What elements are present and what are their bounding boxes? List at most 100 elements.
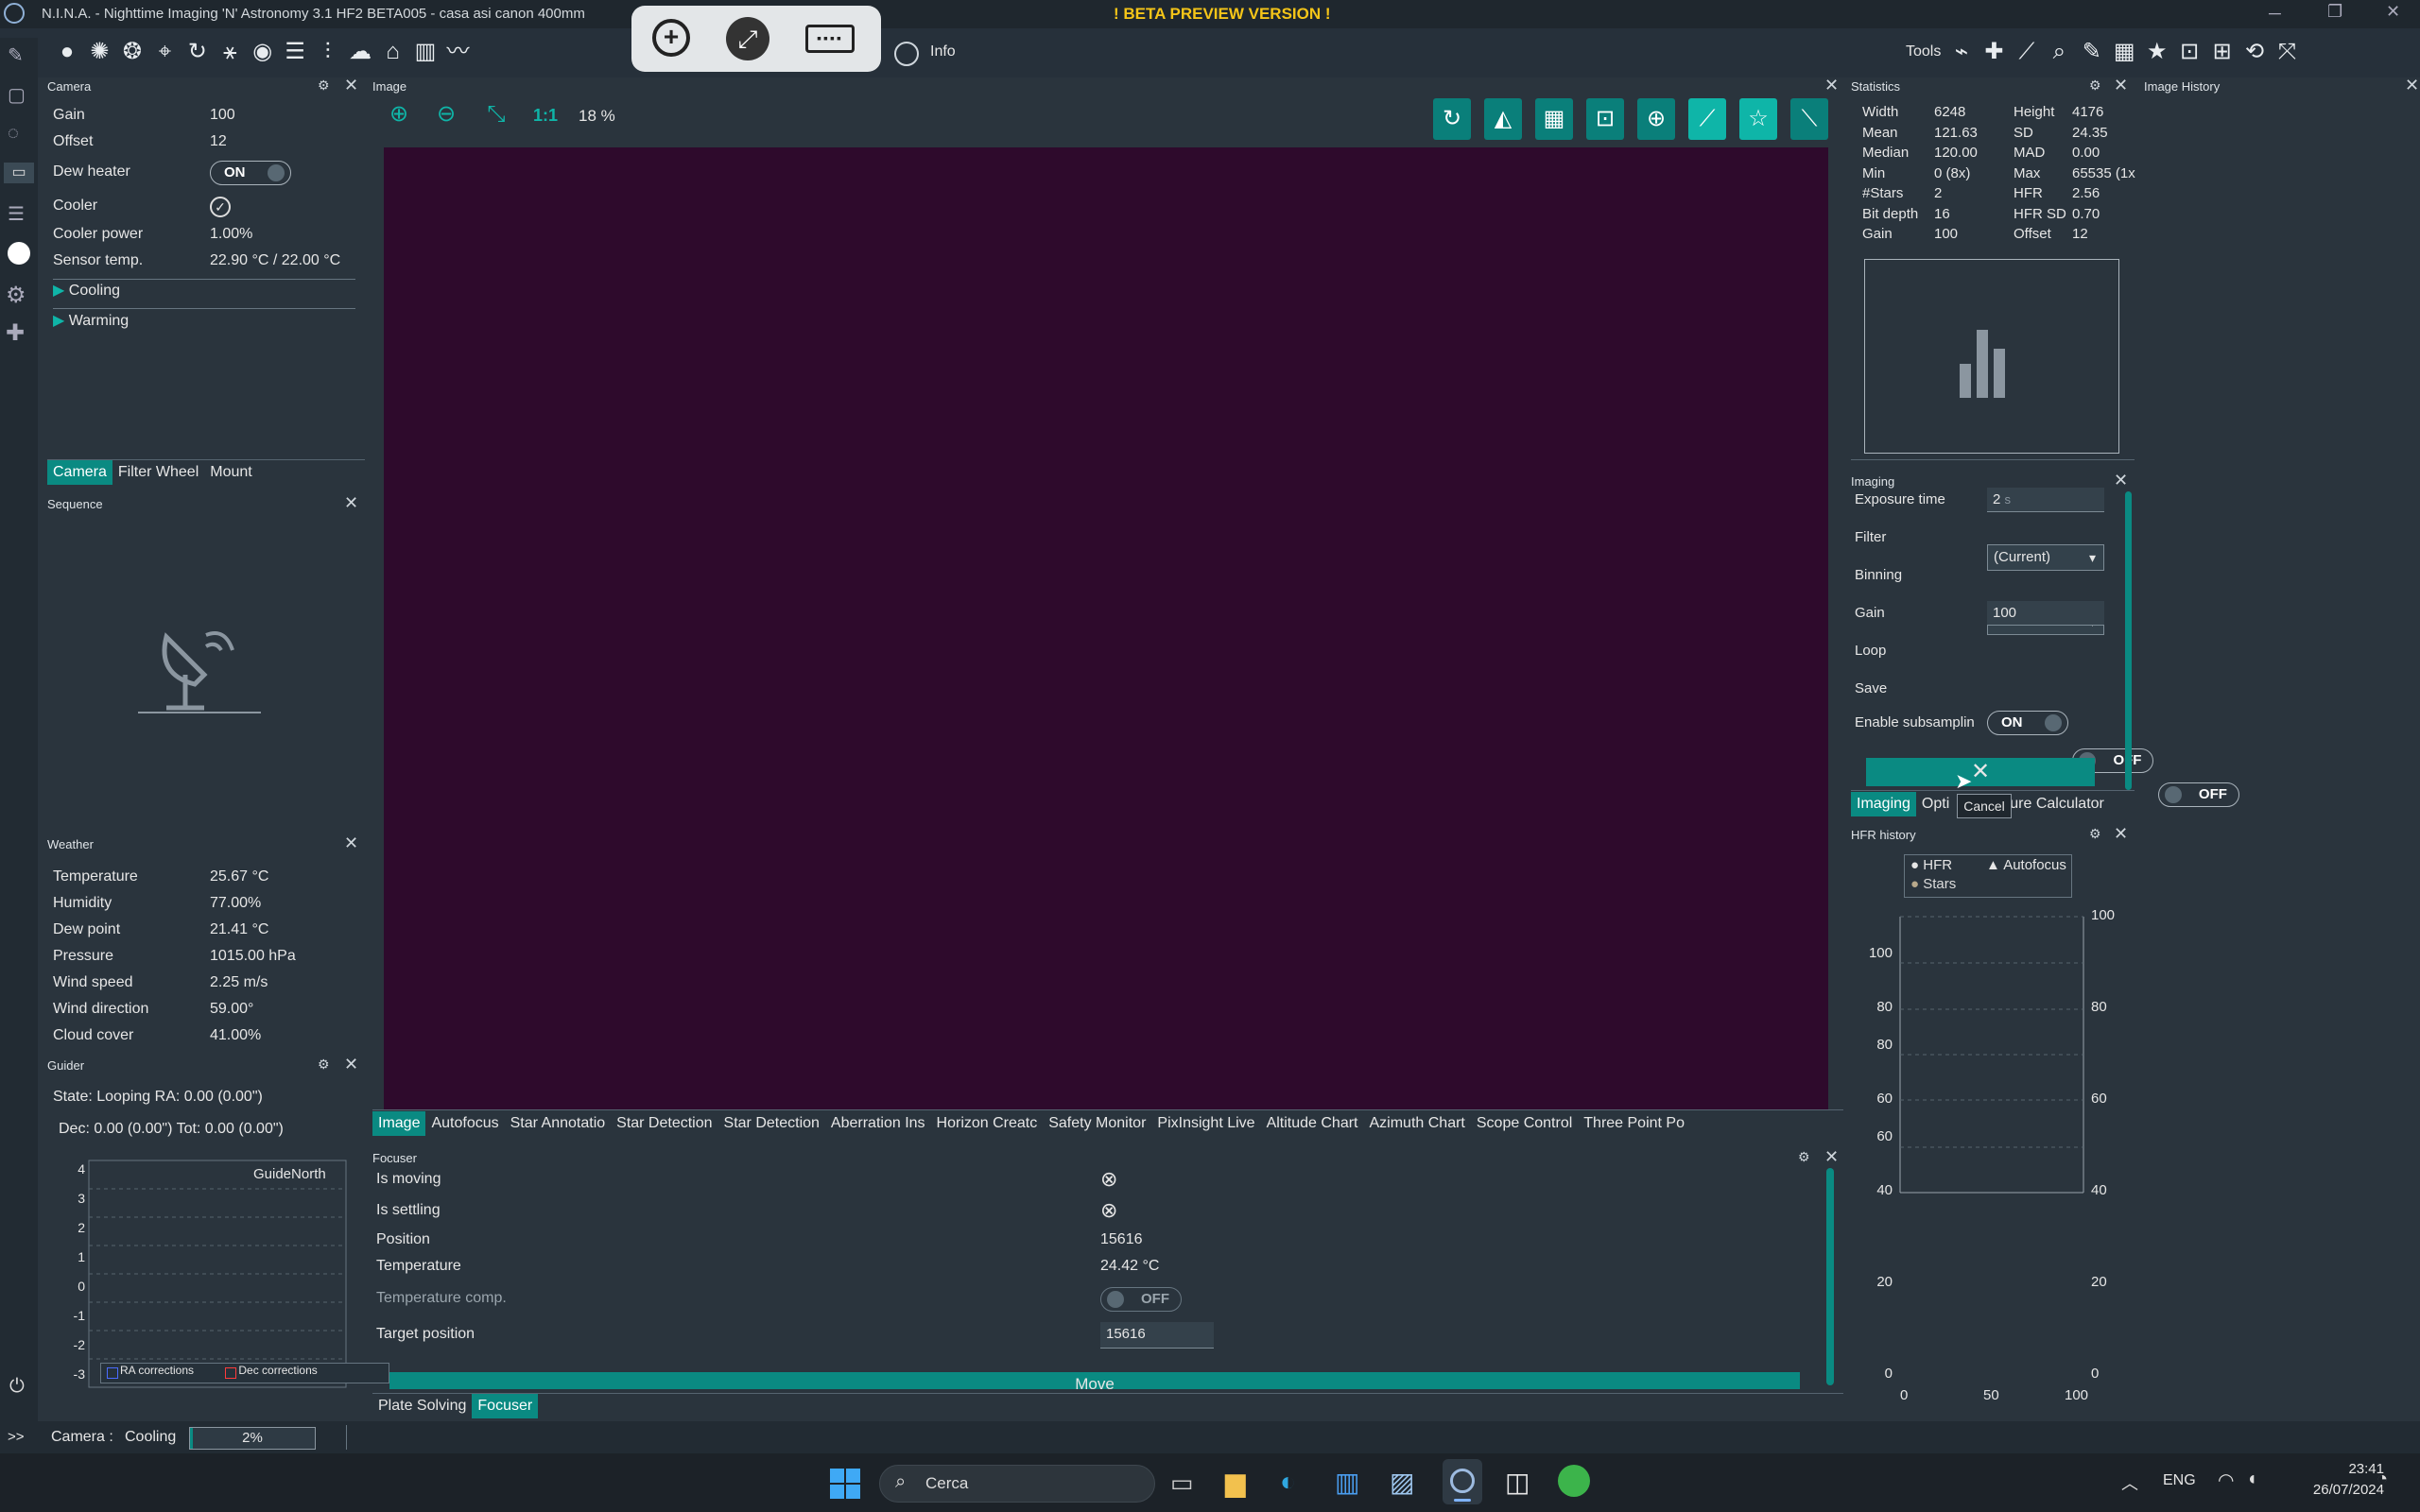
focuser-icon[interactable]: ❂ <box>118 38 147 66</box>
sequence-close-icon[interactable]: ✕ <box>344 493 358 513</box>
target-icon[interactable]: ⊞ <box>2208 38 2237 66</box>
subsampling-toggle[interactable]: OFF <box>2157 782 2239 807</box>
language-indicator[interactable]: ENG <box>2163 1472 2196 1489</box>
minimize-icon[interactable]: ─ <box>2269 4 2281 24</box>
temp-comp-toggle[interactable]: OFF <box>1100 1287 1182 1312</box>
image-close-icon[interactable]: ✕ <box>1824 76 1839 95</box>
tab-camera[interactable]: Camera <box>47 460 112 485</box>
tab-focuser[interactable]: Focuser <box>472 1394 539 1418</box>
ruler-icon[interactable]: ⟋ <box>2013 38 2041 66</box>
hfr-close-icon[interactable]: ✕ <box>2114 824 2128 844</box>
warming-expander[interactable]: ▶ Warming <box>53 308 355 335</box>
phd2-icon[interactable]: ◫ <box>1505 1467 1530 1498</box>
zoom-in-icon[interactable]: ⊕ <box>376 100 422 129</box>
target-position-input[interactable]: 15616 <box>1100 1322 1214 1349</box>
notification-icon[interactable]: ◔ <box>2377 1469 2388 1490</box>
clock-time[interactable]: 23:41 <box>2324 1461 2384 1477</box>
nav-options-icon[interactable]: ⚙ <box>6 282 26 309</box>
guider-icon[interactable]: ◉ <box>249 38 277 66</box>
nav-imaging-icon[interactable] <box>8 242 30 265</box>
camera-icon[interactable]: ● <box>53 38 81 66</box>
nav-flat-wizard-icon[interactable]: ▭ <box>4 163 34 183</box>
tab-imaging[interactable]: Imaging <box>1851 792 1916 816</box>
chevron-up-icon[interactable]: ︿ <box>2121 1470 2138 1495</box>
taskbar-search[interactable]: ⌕ Cerca <box>879 1465 1155 1503</box>
keyboard-icon[interactable]: ▪▪▪▪ <box>805 25 855 53</box>
move-button[interactable]: Move <box>389 1372 1800 1389</box>
star-annotate-icon[interactable]: ☆ <box>1739 98 1777 140</box>
nav-framing-icon[interactable]: ◌ <box>8 123 19 145</box>
tab-star-detection[interactable]: Star Detection <box>611 1111 717 1136</box>
flat-device-icon[interactable]: ⫶ <box>314 38 342 66</box>
plate-solve-icon[interactable]: ⟍ <box>1790 98 1828 140</box>
rotator-icon[interactable]: ⌖ <box>150 38 179 66</box>
tab-star-detection-2[interactable]: Star Detection <box>718 1111 825 1136</box>
zoom-out-icon[interactable]: ⊖ <box>422 100 471 129</box>
nav-sky-atlas-icon[interactable]: ▢ <box>8 83 26 107</box>
nav-plugins-icon[interactable]: ✚ <box>6 319 25 347</box>
cooling-expander[interactable]: ▶ Cooling <box>53 278 355 304</box>
panel-settings-icon[interactable]: ⚙ <box>2089 826 2101 842</box>
statistics-close-icon[interactable]: ✕ <box>2114 76 2128 95</box>
filter-wheel-icon[interactable]: ✺ <box>85 38 113 66</box>
zoom-in-icon[interactable]: + <box>652 19 690 57</box>
wifi-icon[interactable]: ◠ <box>2218 1469 2234 1492</box>
camera-close-icon[interactable]: ✕ <box>344 76 358 95</box>
tab-azimuth-chart[interactable]: Azimuth Chart <box>1364 1111 1471 1136</box>
panel-settings-icon[interactable]: ⚙ <box>1798 1149 1810 1165</box>
info-label[interactable]: Info <box>930 43 956 60</box>
grid-icon[interactable]: ▦ <box>1535 98 1573 140</box>
dome-icon[interactable]: ⌂ <box>379 38 407 66</box>
history-icon[interactable]: ⟲ <box>2240 38 2269 66</box>
start-icon[interactable] <box>830 1469 860 1499</box>
tab-mount[interactable]: Mount <box>204 460 257 485</box>
zoom-1to1-button[interactable]: 1:1 <box>522 106 569 126</box>
close-icon[interactable]: ✕ <box>2386 2 2400 22</box>
rotate-icon[interactable]: ↻ <box>183 38 212 66</box>
power-icon[interactable]: ⏻ <box>9 1376 25 1398</box>
tab-aberration[interactable]: Aberration Ins <box>825 1111 931 1136</box>
cancel-exposure-button[interactable]: ✕ <box>1866 758 2095 786</box>
panel-settings-icon[interactable]: ⚙ <box>318 77 330 94</box>
tab-image[interactable]: Image <box>372 1111 426 1136</box>
task-view-icon[interactable]: ▭ <box>1170 1469 1194 1498</box>
volume-icon[interactable]: ◖ <box>2246 1469 2257 1490</box>
tab-scope-control[interactable]: Scope Control <box>1471 1111 1578 1136</box>
tab-star-annotation[interactable]: Star Annotatio <box>505 1111 612 1136</box>
tab-pixinsight[interactable]: PixInsight Live <box>1151 1111 1260 1136</box>
tab-autofocus[interactable]: Autofocus <box>425 1111 504 1136</box>
calculator-icon[interactable]: ▦ <box>2110 38 2138 66</box>
panel-settings-icon[interactable]: ⚙ <box>318 1057 330 1073</box>
refresh-icon[interactable]: ↻ <box>1433 98 1471 140</box>
photos-icon[interactable]: ▨ <box>1390 1467 1414 1498</box>
flip-icon[interactable]: ◭ <box>1484 98 1522 140</box>
search-icon[interactable]: ⌕ <box>2045 38 2073 66</box>
gain-input[interactable]: 100 <box>1987 601 2104 626</box>
store-icon[interactable]: ▥ <box>1335 1467 1359 1498</box>
focuser-close-icon[interactable]: ✕ <box>1824 1147 1839 1167</box>
magic-wand-icon[interactable]: ⟋ <box>1688 98 1726 140</box>
weather-close-icon[interactable]: ✕ <box>344 833 358 853</box>
dew-heater-toggle[interactable]: ON <box>210 161 291 185</box>
tab-horizon[interactable]: Horizon Creatc <box>931 1111 1044 1136</box>
telescope-icon[interactable]: ⚹ <box>216 38 244 66</box>
edge-icon[interactable]: ◐ <box>1280 1467 1296 1497</box>
weather-icon[interactable]: ☁ <box>346 38 374 66</box>
imaging-close-icon[interactable]: ✕ <box>2114 471 2128 490</box>
nina-taskbar-icon[interactable] <box>1443 1459 1482 1504</box>
restore-icon[interactable]: ❐ <box>2327 2 2342 22</box>
scrollbar[interactable] <box>1826 1168 1834 1385</box>
tab-filter-wheel[interactable]: Filter Wheel <box>112 460 204 485</box>
sky-atlas-icon[interactable]: ⌁ <box>1947 38 1976 66</box>
app-icon[interactable] <box>1558 1465 1590 1497</box>
panel-settings-icon[interactable]: ⚙ <box>2089 77 2101 94</box>
tab-three-point[interactable]: Three Point Po <box>1578 1111 1690 1136</box>
brush-icon[interactable]: ✎ <box>2078 38 2106 66</box>
chart-icon[interactable]: 〰 <box>443 38 472 66</box>
remote-connect-icon[interactable]: ⤢ <box>726 17 769 60</box>
info-icon[interactable] <box>894 42 919 66</box>
clock-date[interactable]: 26/07/2024 <box>2288 1482 2384 1498</box>
crop-icon[interactable]: ⊡ <box>1586 98 1624 140</box>
file-explorer-icon[interactable]: ▆ <box>1225 1467 1246 1498</box>
image-history-close-icon[interactable]: ✕ <box>2405 76 2419 95</box>
